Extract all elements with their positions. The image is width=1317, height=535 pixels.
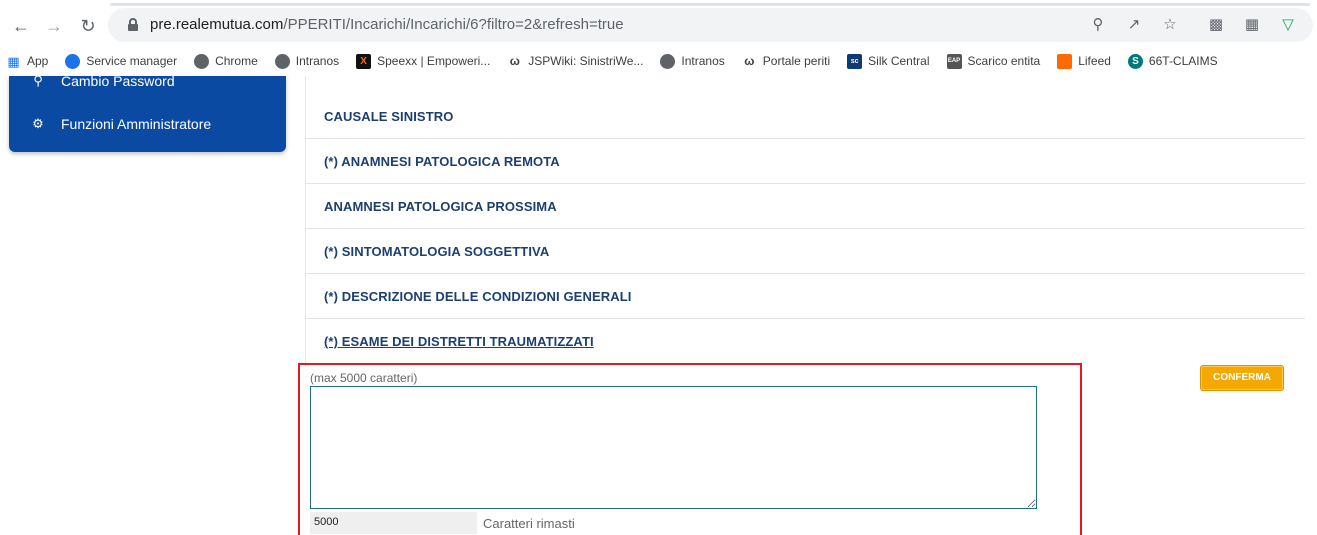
section-descrizione-condizioni-generali[interactable]: (*) DESCRIZIONE DELLE CONDIZIONI GENERAL…: [305, 274, 1305, 319]
bookmark-label: 66T-CLAIMS: [1148, 54, 1218, 68]
section-anamnesi-patologica-prossima[interactable]: ANAMNESI PATOLOGICA PROSSIMA: [305, 184, 1305, 229]
bookmark-service-manager[interactable]: Service manager: [65, 53, 178, 69]
forward-icon[interactable]: →: [43, 15, 65, 37]
star-icon[interactable]: ☆: [1159, 14, 1181, 36]
sharepoint-icon: S: [1127, 53, 1143, 69]
bookmark-intranos-2[interactable]: Intranos: [660, 53, 725, 69]
bookmarks-bar: ▦ App Service manager Chrome Intranos X Sp…: [0, 46, 1317, 76]
extension-icon[interactable]: ▦: [1241, 14, 1263, 36]
url-domain: pre.realemutua.com: [150, 16, 284, 33]
bookmark-label: Intranos: [295, 54, 340, 68]
bookmark-lifeed[interactable]: Lifeed: [1057, 53, 1111, 69]
wiki-icon: ω: [509, 53, 520, 68]
section-sintomatologia-soggettiva[interactable]: (*) SINTOMATOLOGIA SOGGETTIVA: [305, 229, 1305, 274]
zoom-icon[interactable]: ⚲: [1087, 14, 1109, 36]
section-title: ANAMNESI PATOLOGICA PROSSIMA: [324, 199, 557, 214]
bookmark-chrome[interactable]: Chrome: [194, 53, 258, 69]
reload-icon[interactable]: ↻: [77, 15, 99, 37]
wiki-icon: ω: [744, 53, 755, 68]
share-icon[interactable]: ↗: [1123, 14, 1145, 36]
bookmark-label: Silk Central: [868, 54, 930, 68]
bookmark-label: Intranos: [681, 54, 725, 68]
lock-icon[interactable]: [128, 18, 138, 31]
bookmark-intranos[interactable]: Intranos: [274, 53, 340, 69]
bookmark-66t-claims[interactable]: S 66T-CLAIMS: [1127, 53, 1218, 69]
bookmark-label: App: [27, 54, 49, 68]
qr-icon[interactable]: ▩: [1205, 14, 1227, 36]
bookmark-label: Speexx | Empoweri...: [377, 54, 491, 68]
lifeed-icon: [1057, 53, 1073, 69]
eap-icon: EAP: [946, 53, 962, 69]
bookmark-app[interactable]: ▦ App: [6, 54, 48, 69]
bookmark-label: Service manager: [86, 54, 178, 68]
key-icon: ⚲: [33, 76, 43, 88]
service-manager-icon: [65, 53, 81, 69]
address-bar[interactable]: pre.realemutua.com/PPERITI/Incarichi/Inc…: [108, 8, 1313, 42]
section-causale-sinistro[interactable]: CAUSALE SINISTRO: [305, 94, 1305, 139]
exam-text-area[interactable]: [310, 386, 1037, 509]
confirm-button[interactable]: CONFERMA: [1200, 365, 1284, 391]
bookmark-label: Portale periti: [762, 54, 831, 68]
omnibox-actions: ⚲ ↗ ☆ ▩ ▦ ▽: [1087, 14, 1299, 36]
bookmark-scarico-entita[interactable]: EAP Scarico entita: [946, 53, 1041, 69]
apps-grid-icon: ▦: [7, 53, 20, 69]
vpn-icon[interactable]: ▽: [1277, 14, 1299, 36]
section-esame-distretti-traumatizzati[interactable]: (*) ESAME DEI DISTRETTI TRAUMATIZZATI: [305, 319, 1305, 364]
section-title: (*) DESCRIZIONE DELLE CONDIZIONI GENERAL…: [324, 289, 632, 304]
url-path: /PPERITI/Incarichi/Incarichi/6?filtro=2&…: [283, 16, 624, 33]
bookmark-portale-periti[interactable]: ω Portale periti: [742, 54, 830, 69]
globe-icon: [194, 53, 210, 69]
remaining-characters-counter: 5000: [310, 512, 477, 534]
globe-icon: [274, 53, 290, 69]
bookmark-label: JSPWiki: SinistriWe...: [528, 54, 644, 68]
bookmark-speexx[interactable]: X Speexx | Empoweri...: [356, 53, 491, 69]
sidebar-item-label: Cambio Password: [61, 76, 175, 89]
max-characters-hint: (max 5000 caratteri): [310, 371, 418, 385]
silk-central-icon: sc: [847, 53, 863, 69]
bookmark-label: Scarico entita: [967, 54, 1041, 68]
bookmark-label: Chrome: [215, 54, 258, 68]
sidebar: ⚲ Cambio Password ⚙ Funzioni Amministrat…: [9, 76, 286, 152]
speexx-icon: X: [356, 53, 372, 69]
globe-icon: [660, 53, 676, 69]
back-icon[interactable]: ←: [10, 15, 32, 37]
url-text[interactable]: pre.realemutua.com/PPERITI/Incarichi/Inc…: [150, 16, 624, 33]
sidebar-item-cambio-password[interactable]: ⚲ Cambio Password: [31, 76, 175, 89]
bookmark-jspwiki[interactable]: ω JSPWiki: SinistriWe...: [507, 53, 644, 69]
sidebar-item-funzioni-amministratore[interactable]: ⚙ Funzioni Amministratore: [31, 116, 211, 132]
gear-icon: ⚙: [32, 116, 44, 131]
section-anamnesi-patologica-remota[interactable]: (*) ANAMNESI PATOLOGICA REMOTA: [305, 139, 1305, 184]
browser-toolbar: ← → ↻ pre.realemutua.com/PPERITI/Incaric…: [0, 6, 1317, 44]
section-title: CAUSALE SINISTRO: [324, 109, 454, 124]
section-title: (*) ESAME DEI DISTRETTI TRAUMATIZZATI: [324, 334, 594, 349]
bookmark-silk-central[interactable]: sc Silk Central: [847, 53, 930, 69]
section-title: (*) ANAMNESI PATOLOGICA REMOTA: [324, 154, 560, 169]
section-title: (*) SINTOMATOLOGIA SOGGETTIVA: [324, 244, 550, 259]
remaining-characters-label: Caratteri rimasti: [483, 516, 575, 531]
sidebar-item-label: Funzioni Amministratore: [61, 116, 212, 132]
bookmark-label: Lifeed: [1078, 54, 1111, 68]
